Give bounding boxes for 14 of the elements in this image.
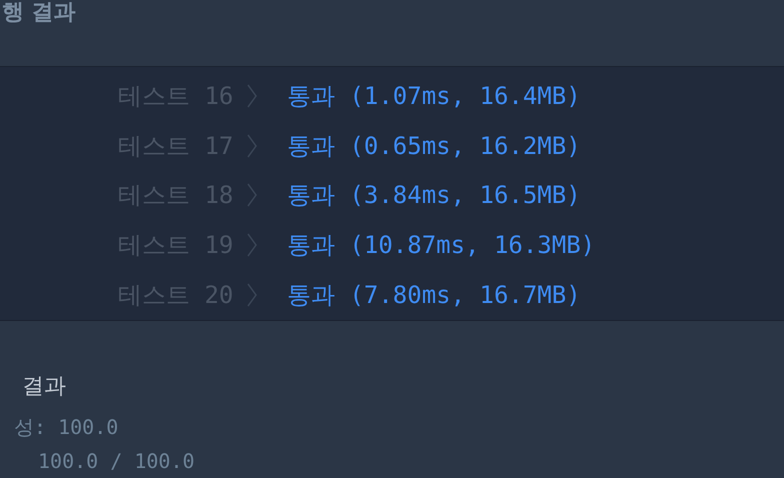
chevron-icon xyxy=(246,282,258,308)
test-result: 통과 (10.87ms, 16.3MB) xyxy=(287,230,596,262)
section-title: 행 결과 xyxy=(2,0,76,27)
test-result: 통과 (7.80ms, 16.7MB) xyxy=(287,280,581,312)
score-line: 성: 100.0 xyxy=(14,415,118,439)
test-result: 통과 (1.07ms, 16.4MB) xyxy=(287,80,581,112)
test-result: 통과 (3.84ms, 16.5MB) xyxy=(287,180,581,212)
score-line: 100.0 / 100.0 xyxy=(38,449,195,473)
test-result: 통과 (0.65ms, 16.2MB) xyxy=(287,130,581,162)
chevron-icon xyxy=(246,182,258,208)
chevron-icon xyxy=(246,232,258,258)
chevron-icon xyxy=(246,82,258,109)
chevron-icon xyxy=(246,132,258,159)
section-title: 결과 xyxy=(22,373,66,401)
